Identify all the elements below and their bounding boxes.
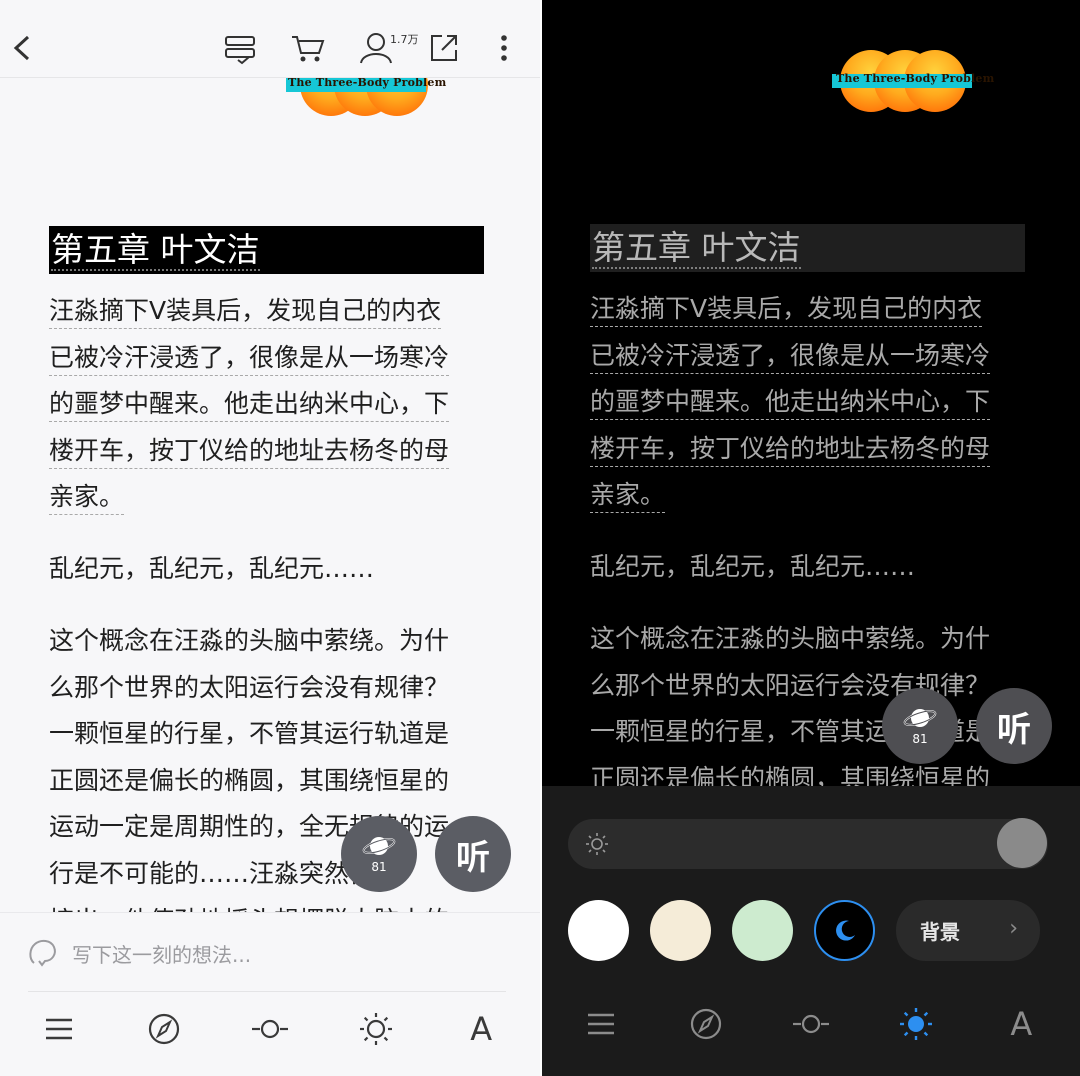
paragraph-3: 这个概念在汪淼的头脑中萦绕。为什 么那个世界的太阳运行会没有规律？ 一颗恒星的行… xyxy=(49,626,450,935)
reading-settings-panel: 背景 › A xyxy=(542,786,1080,1076)
share-icon xyxy=(431,35,457,61)
toc-button[interactable] xyxy=(571,994,631,1054)
bottom-toolbar: A xyxy=(542,984,1080,1064)
theme-green-swatch[interactable] xyxy=(732,900,793,961)
paragraph-1: 汪淼摘下V装具后，发现自己的内衣 已被冷汗浸透了，很像是从一场寒冷 的噩梦中醒来… xyxy=(49,288,481,521)
comment-input[interactable]: 写下这一刻的想法... xyxy=(26,937,251,969)
back-arrow-icon xyxy=(13,35,30,61)
paragraph-1: 汪淼摘下V装具后，发现自己的内衣 已被冷汗浸透了，很像是从一场寒冷 的噩梦中醒来… xyxy=(590,286,1022,519)
background-label: 背景 xyxy=(920,920,960,944)
bookshelf-icon xyxy=(225,36,255,65)
comment-placeholder: 写下这一刻的想法... xyxy=(72,942,252,967)
progress-button[interactable] xyxy=(240,999,300,1059)
sun-icon xyxy=(359,1013,392,1045)
listen-label: 听 xyxy=(997,709,1031,750)
bookshelf-button[interactable] xyxy=(220,28,260,68)
menu-icon xyxy=(587,1013,614,1035)
listen-button[interactable]: 听 xyxy=(976,688,1052,764)
compass-icon xyxy=(690,1008,721,1040)
share-button[interactable] xyxy=(424,28,464,68)
paragraph-2: 乱纪元，乱纪元，乱纪元…… xyxy=(590,552,916,581)
chapter-title: 第五章 叶文洁 xyxy=(590,224,1025,272)
sun-icon xyxy=(900,1008,933,1040)
theme-night-swatch[interactable] xyxy=(814,900,875,961)
planet-button[interactable]: 81 xyxy=(341,816,417,892)
reader-light-view: 1.7万 The Three-Body Problem 第五章 叶文洁 汪淼摘下… xyxy=(0,0,540,1076)
brightness-button[interactable] xyxy=(346,999,406,1059)
fans-count: 1.7万 xyxy=(390,33,419,46)
brightness-button-active[interactable] xyxy=(886,994,946,1054)
menu-icon xyxy=(45,1018,72,1040)
paragraph-2: 乱纪元，乱纪元，乱纪元…… xyxy=(49,554,375,583)
thought-bubble-icon xyxy=(29,939,56,967)
toc-button[interactable] xyxy=(29,999,89,1059)
font-icon: A xyxy=(470,1010,493,1048)
theme-white-swatch[interactable] xyxy=(568,900,629,961)
font-settings-button[interactable]: A xyxy=(991,994,1051,1054)
logo-text: The Three-Body Problem xyxy=(836,72,995,85)
brightness-slider[interactable] xyxy=(568,819,1048,869)
planet-button[interactable]: 81 xyxy=(882,688,958,764)
progress-icon xyxy=(251,1019,288,1039)
planet-icon xyxy=(903,709,937,727)
brightness-slider-thumb[interactable] xyxy=(997,818,1047,868)
planet-count: 81 xyxy=(912,732,928,746)
top-bar: 1.7万 xyxy=(0,0,540,78)
compass-icon xyxy=(149,1013,180,1045)
comment-bar: 写下这一刻的想法... A xyxy=(0,912,540,1076)
theme-cream-swatch[interactable] xyxy=(650,900,711,961)
cart-button[interactable] xyxy=(288,28,328,68)
chapter-title: 第五章 叶文洁 xyxy=(49,226,484,274)
book-logo: The Three-Body Problem xyxy=(832,44,995,120)
brightness-icon xyxy=(586,833,608,855)
progress-button[interactable] xyxy=(781,994,841,1054)
moon-icon xyxy=(835,920,855,941)
listen-button[interactable]: 听 xyxy=(435,816,511,892)
chevron-right-icon: › xyxy=(1009,916,1018,941)
font-settings-button[interactable]: A xyxy=(451,999,511,1059)
progress-icon xyxy=(792,1014,829,1034)
more-vertical-icon xyxy=(501,35,507,61)
font-icon: A xyxy=(1010,1005,1033,1043)
back-button[interactable] xyxy=(2,28,42,68)
reader-dark-view: The Three-Body Problem 第五章 叶文洁 汪淼摘下V装具后，… xyxy=(542,0,1080,1076)
planet-icon xyxy=(362,837,396,855)
cart-icon xyxy=(292,36,325,62)
person-icon xyxy=(360,33,392,64)
listen-label: 听 xyxy=(456,837,490,878)
planet-count: 81 xyxy=(371,860,387,874)
discover-button[interactable] xyxy=(676,994,736,1054)
bottom-toolbar: A xyxy=(0,989,540,1069)
more-options-button[interactable] xyxy=(484,28,524,68)
discover-button[interactable] xyxy=(134,999,194,1059)
background-button[interactable]: 背景 › xyxy=(896,900,1040,961)
